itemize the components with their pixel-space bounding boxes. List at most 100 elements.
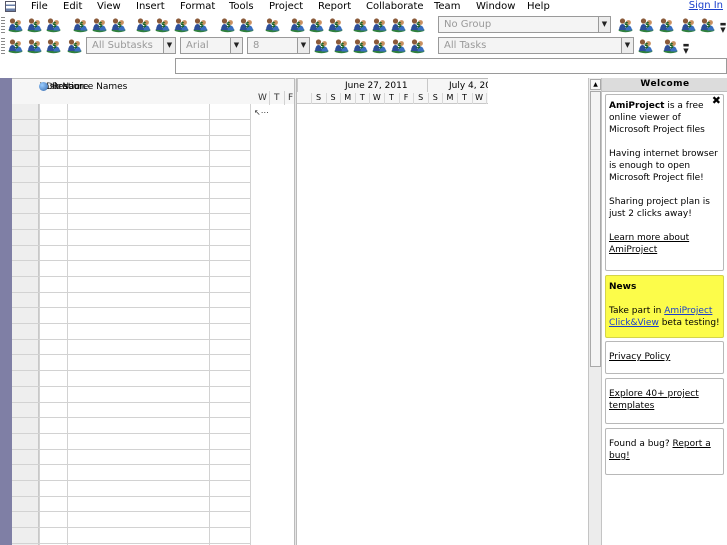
- menu-help[interactable]: Help: [527, 1, 550, 13]
- menu-window[interactable]: Window: [476, 1, 515, 13]
- timescale-day-label: T: [457, 93, 471, 104]
- scroll-up-icon[interactable]: ▲: [590, 79, 601, 90]
- grid-header: Task Name Duration Resource Names W T F: [12, 79, 294, 104]
- toolbar-button[interactable]: $: [110, 16, 127, 33]
- sign-in-link[interactable]: Sign In: [689, 0, 723, 11]
- week-separator: [297, 79, 298, 92]
- filter-select[interactable]: All Tasks ▼: [438, 37, 634, 54]
- menu-report[interactable]: Report: [318, 1, 351, 13]
- group-select[interactable]: No Group ▼: [438, 16, 611, 33]
- toolbar-button[interactable]: $: [371, 16, 388, 33]
- brand-name: AmiProject: [609, 101, 665, 111]
- grid-row-divider: [12, 182, 250, 183]
- font-size-select[interactable]: 8 ▼: [247, 37, 310, 54]
- menu-collaborate[interactable]: Collaborate: [366, 1, 424, 13]
- row-resize-icon[interactable]: ↖⋯: [254, 108, 269, 117]
- svg-text:$: $: [142, 21, 147, 29]
- menu-file[interactable]: File: [31, 1, 48, 13]
- svg-text:$: $: [79, 21, 84, 29]
- toolbar-button[interactable]: $: [91, 16, 108, 33]
- menu-format[interactable]: Format: [180, 1, 215, 13]
- toolbar-button[interactable]: $: [7, 37, 24, 54]
- svg-text:$: $: [359, 21, 364, 29]
- grid-row-divider: [12, 292, 250, 293]
- toolbar-button[interactable]: $: [26, 37, 43, 54]
- toolbar-button[interactable]: $: [289, 16, 306, 33]
- people-dollar-icon: $: [391, 18, 406, 33]
- menu-insert[interactable]: Insert: [136, 1, 165, 13]
- menu-view[interactable]: View: [97, 1, 121, 13]
- toolbar-button[interactable]: $: [219, 16, 236, 33]
- font-select[interactable]: Arial ▼: [180, 37, 243, 54]
- chevron-down-icon: ▼: [621, 38, 633, 53]
- toolbar-grip[interactable]: [1, 38, 5, 54]
- menu-edit[interactable]: Edit: [63, 1, 82, 13]
- column-divider[interactable]: [209, 104, 210, 545]
- privacy-policy-link[interactable]: Privacy Policy: [609, 352, 670, 362]
- toolbar-button[interactable]: $: [192, 16, 209, 33]
- toolbar-button[interactable]: $: [313, 37, 330, 54]
- entry-bar-input[interactable]: [175, 58, 727, 74]
- svg-text:$: $: [645, 21, 650, 29]
- scrollbar-thumb[interactable]: [590, 91, 601, 367]
- column-divider[interactable]: [250, 104, 251, 545]
- menu-project[interactable]: Project: [269, 1, 303, 13]
- task-grid: Task Name Duration Resource Names W T F …: [12, 78, 294, 545]
- menu-tools[interactable]: Tools: [229, 1, 254, 13]
- toolbar-button[interactable]: $: [7, 16, 24, 33]
- toolbar-button[interactable]: $: [72, 16, 89, 33]
- column-divider: [269, 91, 270, 105]
- toolbar-button[interactable]: $: [637, 37, 654, 54]
- toolbar-button[interactable]: $: [409, 37, 426, 54]
- grid-row-divider: [12, 543, 250, 544]
- toolbar-grip[interactable]: [1, 17, 5, 33]
- svg-text:$: $: [378, 21, 383, 29]
- toolbar-button[interactable]: $: [658, 16, 675, 33]
- toolbar-button[interactable]: $: [308, 16, 325, 33]
- column-header-title[interactable]: Task Name Duration Resource Names: [40, 81, 127, 93]
- toolbar-button[interactable]: $: [680, 16, 697, 33]
- svg-text:$: $: [73, 42, 78, 50]
- column-divider[interactable]: [39, 104, 40, 545]
- toolbar-button[interactable]: $: [238, 16, 255, 33]
- people-dollar-icon: $: [27, 39, 42, 54]
- toolbar-button[interactable]: $: [638, 16, 655, 33]
- toolbar-button[interactable]: $: [699, 16, 716, 33]
- toolbar-button[interactable]: $: [327, 16, 344, 33]
- toolbar-button[interactable]: $: [617, 16, 634, 33]
- toolbar-button[interactable]: $: [352, 16, 369, 33]
- menu-team[interactable]: Team: [434, 1, 460, 13]
- toolbar-button[interactable]: $: [45, 16, 62, 33]
- toolbar-button[interactable]: $: [662, 37, 679, 54]
- toolbar-button[interactable]: $: [390, 37, 407, 54]
- toolbar-button[interactable]: $: [66, 37, 83, 54]
- toolbar-overflow-icon[interactable]: ▬ ▼: [719, 21, 727, 34]
- templates-link[interactable]: Explore 40+ project templates: [609, 389, 699, 411]
- toolbar-button[interactable]: $: [352, 37, 369, 54]
- svg-text:$: $: [340, 42, 345, 50]
- toolbar-button[interactable]: $: [173, 16, 190, 33]
- learn-more-link[interactable]: Learn more about AmiProject: [609, 233, 689, 255]
- outline-select[interactable]: All Subtasks ▼: [86, 37, 176, 54]
- timescale-day-label: S: [427, 93, 442, 104]
- toolbar-button[interactable]: $: [264, 16, 281, 33]
- toolbar-button[interactable]: $: [26, 16, 43, 33]
- toolbar-overflow-icon[interactable]: ▬ ▼: [682, 42, 690, 55]
- outline-select-value: All Subtasks: [92, 40, 153, 51]
- svg-text:$: $: [199, 21, 204, 29]
- timescale-day-label: M: [442, 93, 456, 104]
- toolbar-button[interactable]: $: [409, 16, 426, 33]
- toolbar-button[interactable]: $: [333, 37, 350, 54]
- column-divider[interactable]: [67, 104, 68, 545]
- toolbar-button[interactable]: $: [154, 16, 171, 33]
- grid-row-divider: [12, 213, 250, 214]
- svg-text:$: $: [378, 42, 383, 50]
- row-header-column: [12, 104, 39, 545]
- toolbar-button[interactable]: $: [390, 16, 407, 33]
- people-dollar-icon: $: [328, 18, 343, 33]
- toolbar-button[interactable]: $: [135, 16, 152, 33]
- toolbar-button[interactable]: $: [45, 37, 62, 54]
- close-icon[interactable]: ✖: [712, 95, 721, 106]
- toolbar-button[interactable]: $: [371, 37, 388, 54]
- vertical-scrollbar[interactable]: ▲: [588, 78, 601, 545]
